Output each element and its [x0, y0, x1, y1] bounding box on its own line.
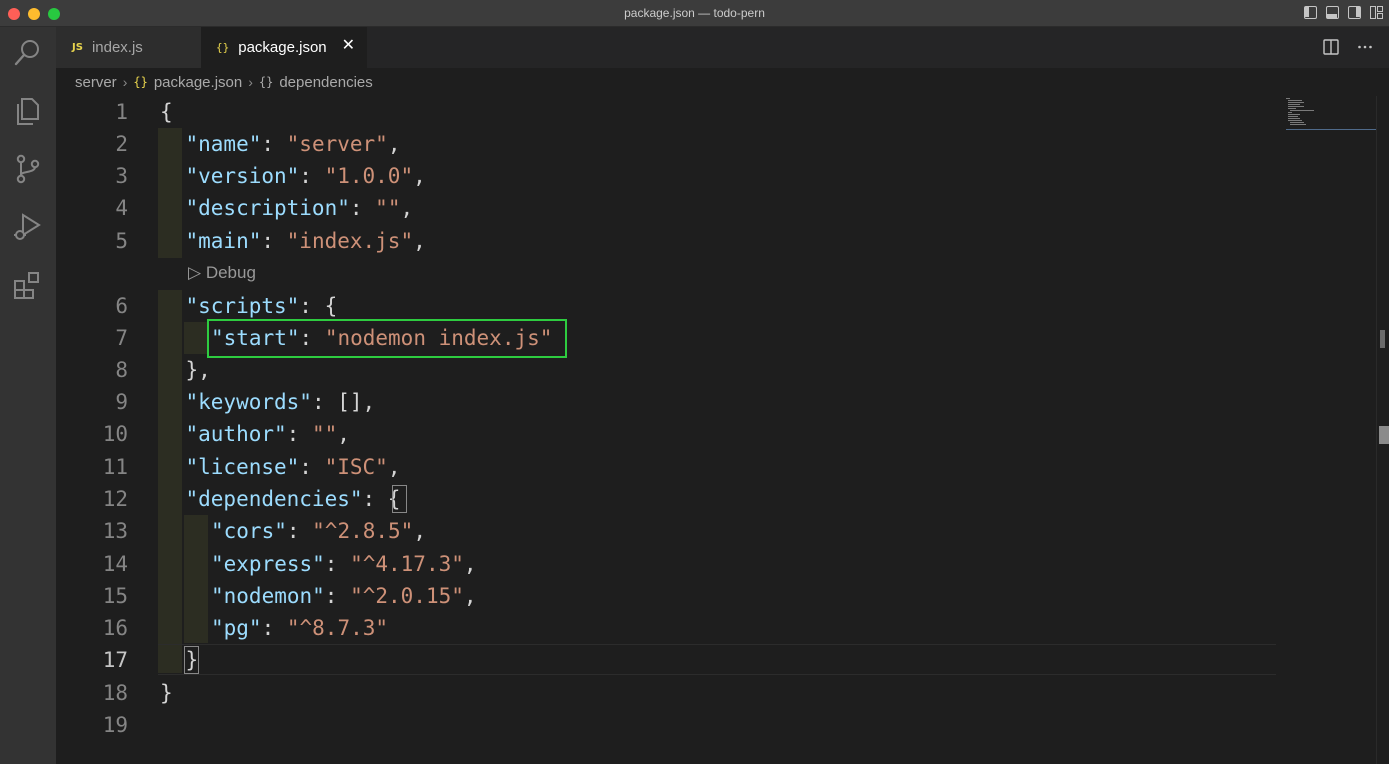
- code-text: "description": "",: [185, 196, 414, 220]
- code-line[interactable]: 9 "keywords": [],: [56, 386, 1276, 418]
- customize-layout-icon[interactable]: [1370, 6, 1383, 19]
- toggle-secondary-sidebar-icon[interactable]: [1348, 6, 1361, 19]
- line-number: 6: [115, 294, 128, 318]
- code-text: "name": "server",: [185, 132, 401, 156]
- bracket-match: [184, 646, 199, 674]
- minimap[interactable]: [1284, 96, 1376, 136]
- code-line[interactable]: 5 "main": "index.js",: [56, 225, 1276, 257]
- debug-codelens[interactable]: ▷ Debug: [188, 262, 256, 284]
- code-text: }: [160, 681, 173, 705]
- toggle-panel-icon[interactable]: [1326, 6, 1339, 19]
- breadcrumb-folder-server[interactable]: server: [75, 74, 117, 91]
- code-line[interactable]: 2 "name": "server",: [56, 128, 1276, 160]
- code-text: "scripts": {: [185, 294, 338, 318]
- run-debug-icon[interactable]: [12, 211, 44, 243]
- highlight-box: [207, 319, 567, 358]
- line-number: 15: [102, 584, 128, 608]
- line-number: 16: [102, 616, 128, 640]
- code-line[interactable]: 15 "nodemon": "^2.0.15",: [56, 580, 1276, 612]
- json-file-icon: {}: [216, 41, 230, 54]
- more-actions-icon[interactable]: [1357, 39, 1373, 60]
- code-line[interactable]: 4 "description": "",: [56, 192, 1276, 224]
- code-text: },: [185, 358, 211, 382]
- window-title: package.json — todo-pern: [624, 6, 765, 20]
- source-control-icon[interactable]: [12, 153, 44, 185]
- code-text: "version": "1.0.0",: [185, 164, 426, 188]
- breadcrumb-file-package-json[interactable]: package.json: [154, 74, 242, 91]
- object-icon: {}: [258, 75, 274, 89]
- extensions-icon[interactable]: [12, 269, 44, 301]
- code-line[interactable]: 8},: [56, 354, 1276, 386]
- explorer-icon[interactable]: [12, 95, 44, 127]
- javascript-file-icon: JS: [72, 42, 83, 53]
- code-text: "express": "^4.17.3",: [211, 552, 477, 576]
- tab-label: index.js: [91, 39, 143, 56]
- line-number: 1: [115, 100, 128, 124]
- line-number: 13: [102, 519, 128, 543]
- chevron-right-icon: ›: [122, 74, 128, 90]
- json-file-icon: {}: [133, 75, 148, 89]
- code-text: "license": "ISC",: [185, 455, 401, 479]
- code-text: "main": "index.js",: [185, 229, 426, 253]
- code-text: "pg": "^8.7.3": [211, 616, 389, 640]
- code-text: "dependencies": {: [185, 487, 401, 511]
- code-line[interactable]: 14 "express": "^4.17.3",: [56, 548, 1276, 580]
- line-number: 18: [102, 681, 128, 705]
- chevron-right-icon: ›: [248, 74, 253, 90]
- breadcrumb-symbol-dependencies[interactable]: dependencies: [279, 74, 372, 91]
- code-text: "nodemon": "^2.0.15",: [211, 584, 477, 608]
- scrollbar-thumb[interactable]: [1379, 426, 1389, 444]
- tab-package-json[interactable]: {} package.json ✕: [201, 27, 367, 68]
- code-line[interactable]: 18}: [56, 677, 1276, 709]
- line-number: 14: [102, 552, 128, 576]
- title-bar: package.json — todo-pern: [0, 0, 1389, 27]
- code-text: "author": "",: [185, 422, 350, 446]
- tab-index-js[interactable]: JS index.js: [56, 27, 201, 68]
- code-text: "cors": "^2.8.5",: [211, 519, 426, 543]
- code-line[interactable]: 11 "license": "ISC",: [56, 451, 1276, 483]
- line-number: 17: [102, 648, 128, 672]
- line-number: 5: [115, 229, 128, 253]
- toggle-primary-sidebar-icon[interactable]: [1304, 6, 1317, 19]
- vertical-scrollbar[interactable]: [1376, 96, 1389, 764]
- close-tab-icon[interactable]: ✕: [342, 38, 355, 54]
- line-number: 7: [115, 326, 128, 350]
- code-line[interactable]: 17}: [56, 644, 1276, 676]
- line-number: 10: [102, 422, 128, 446]
- line-number: 19: [102, 713, 128, 737]
- play-icon: ▷: [188, 263, 202, 282]
- breadcrumb: server › {} package.json › {} dependenci…: [56, 68, 1389, 96]
- codelens-label: Debug: [205, 263, 256, 282]
- activity-bar: [0, 27, 56, 764]
- code-line[interactable]: 6 "scripts": {: [56, 290, 1276, 322]
- line-number: 4: [115, 196, 128, 220]
- code-text: {: [160, 100, 173, 124]
- line-number: 8: [115, 358, 128, 382]
- line-number: 3: [115, 164, 128, 188]
- code-editor[interactable]: 1{2 "name": "server", 3 "version": "1.0.0",…: [56, 96, 1389, 764]
- bracket-match: [392, 485, 407, 513]
- line-number: 12: [102, 487, 128, 511]
- code-text: "keywords": [],: [185, 390, 376, 414]
- code-line[interactable]: 12 "dependencies": {: [56, 483, 1276, 515]
- code-line[interactable]: 1{: [56, 96, 1276, 128]
- code-line[interactable]: 13 "cors": "^2.8.5",: [56, 515, 1276, 547]
- line-number: 9: [115, 390, 128, 414]
- search-icon[interactable]: [12, 37, 44, 69]
- code-line[interactable]: 19: [56, 709, 1276, 741]
- line-number: 11: [102, 455, 128, 479]
- scrollbar-marker: [1380, 330, 1385, 348]
- tab-label: package.json: [238, 39, 327, 56]
- code-line[interactable]: 10 "author": "",: [56, 418, 1276, 450]
- code-line[interactable]: 3 "version": "1.0.0",: [56, 160, 1276, 192]
- split-editor-icon[interactable]: [1323, 39, 1339, 60]
- editor-tabs: JS index.js {} package.json ✕: [56, 27, 1389, 68]
- line-number: 2: [115, 132, 128, 156]
- code-line[interactable]: 16 "pg": "^8.7.3": [56, 612, 1276, 644]
